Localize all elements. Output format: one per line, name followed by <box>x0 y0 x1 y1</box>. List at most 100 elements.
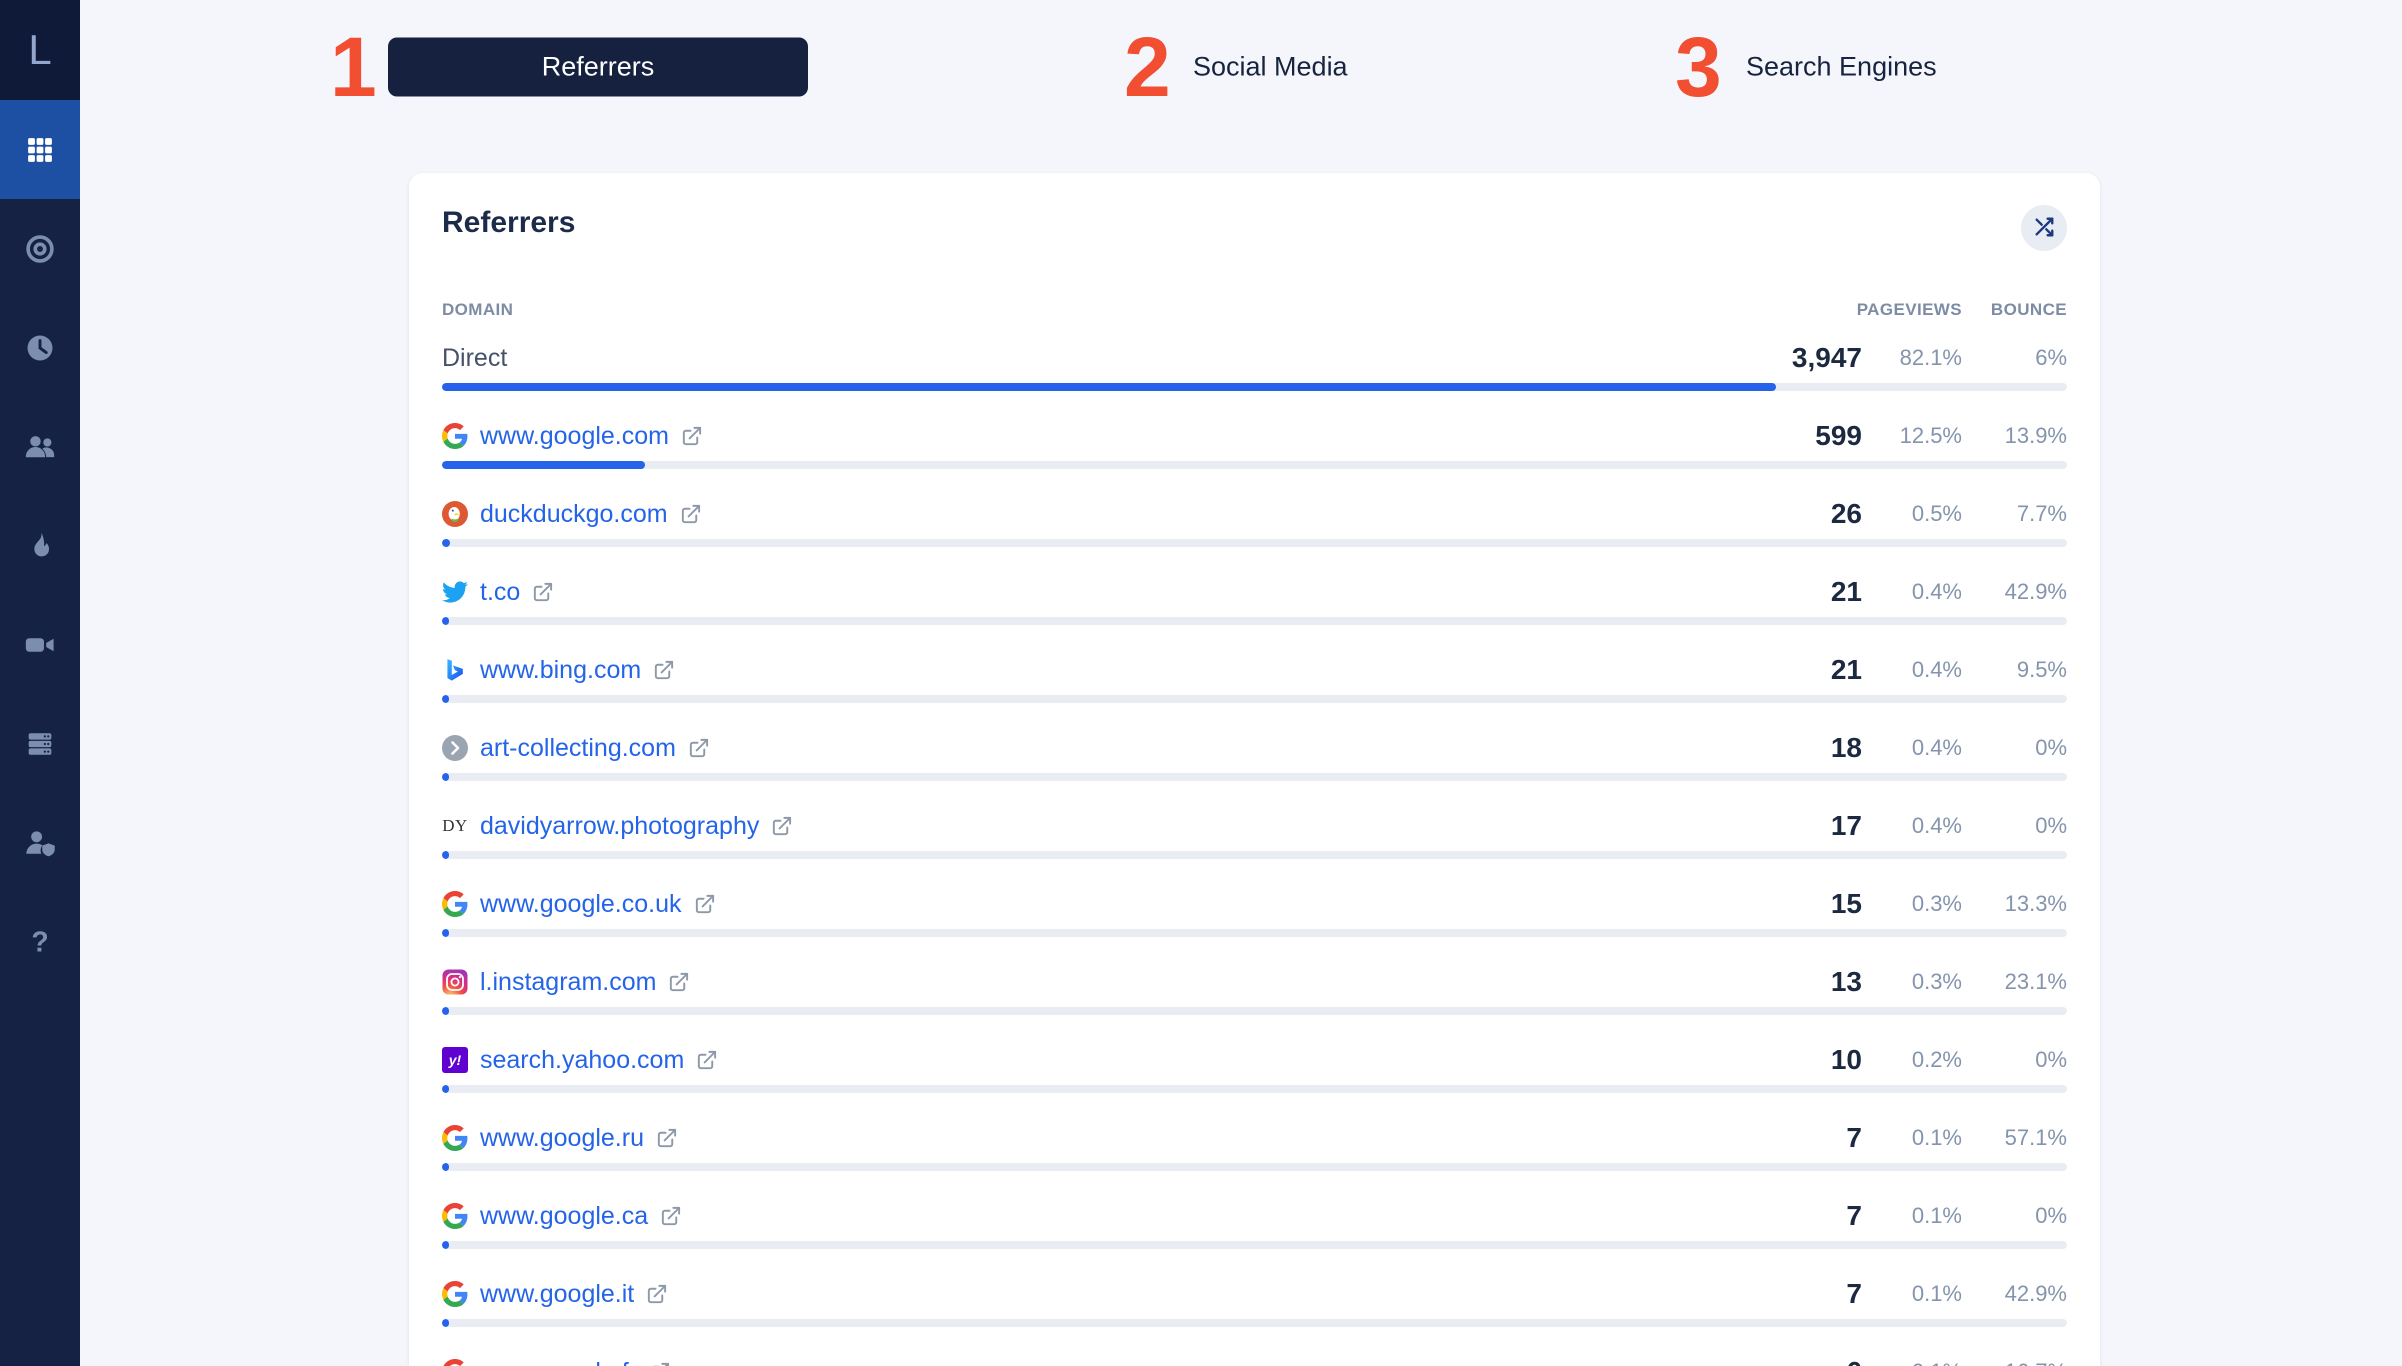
sidebar-item-clock[interactable] <box>0 298 80 397</box>
domain-link[interactable]: www.google.fr <box>480 1358 637 1366</box>
pageviews-percent: 0.3% <box>1911 891 1962 916</box>
domain-link[interactable]: www.bing.com <box>480 656 641 685</box>
domain-link[interactable]: www.google.ca <box>480 1202 648 1231</box>
external-link-icon[interactable] <box>531 581 554 604</box>
tab-social-media[interactable]: Social Media <box>1193 52 1348 83</box>
pageviews-percent: 0.1% <box>1911 1281 1962 1306</box>
table-row: l.instagram.com 13 0.3% 23.1% <box>442 957 2067 1035</box>
domain-link[interactable]: www.google.it <box>480 1280 634 1309</box>
column-header-bounce: BOUNCE <box>1990 300 2067 319</box>
duckduckgo-favicon <box>442 501 468 527</box>
external-link-icon[interactable] <box>667 971 690 994</box>
pageviews-bar-fill <box>442 1241 449 1249</box>
annotation-2: 2 <box>1124 20 1171 114</box>
table-row: DY davidyarrow.photography 17 0.4% 0% <box>442 801 2067 879</box>
domain-link[interactable]: www.google.co.uk <box>480 890 682 919</box>
server-stack-icon <box>23 727 57 761</box>
external-link-icon[interactable] <box>680 425 703 448</box>
pageviews-bar-fill <box>442 1085 449 1093</box>
tab-search-engines[interactable]: Search Engines <box>1746 52 1937 83</box>
sidebar-item-flame[interactable] <box>0 496 80 595</box>
sidebar-nav: ? <box>0 100 80 991</box>
bounce-rate: 6% <box>2035 345 2067 370</box>
table-row: www.google.co.uk 15 0.3% 13.3% <box>442 879 2067 957</box>
tabs-bar: 1 Referrers 2 Social Media 3 Search Engi… <box>80 0 2402 134</box>
sidebar-item-users[interactable] <box>0 397 80 496</box>
dy-text-favicon: DY <box>442 816 468 835</box>
bounce-rate: 0% <box>2035 735 2067 760</box>
pageviews-percent: 0.3% <box>1911 969 1962 994</box>
tab-referrers[interactable]: Referrers <box>388 37 808 97</box>
pageviews-bar-track <box>442 929 2067 937</box>
pageviews-count: 6 <box>1692 1356 1862 1366</box>
domain-link[interactable]: www.google.ru <box>480 1124 644 1153</box>
domain-link[interactable]: search.yahoo.com <box>480 1046 684 1075</box>
pageviews-percent: 82.1% <box>1899 345 1962 370</box>
sidebar: L ? <box>0 0 80 1366</box>
pageviews-count: 26 <box>1830 498 1862 529</box>
sidebar-item-server-stack[interactable] <box>0 694 80 793</box>
bounce-rate: 16.7% <box>1962 1359 2067 1366</box>
card-header: Referrers <box>442 173 2067 272</box>
external-link-icon[interactable] <box>770 815 793 838</box>
external-link-icon[interactable] <box>693 893 716 916</box>
bounce-rate: 42.9% <box>2004 1281 2067 1306</box>
pageviews-bar-fill <box>442 851 449 859</box>
external-link-icon[interactable] <box>648 1361 671 1366</box>
sidebar-item-target[interactable] <box>0 199 80 298</box>
external-link-icon[interactable] <box>655 1127 678 1150</box>
external-link-icon[interactable] <box>659 1205 682 1228</box>
external-link-icon[interactable] <box>679 503 702 526</box>
annotation-1: 1 <box>330 20 377 114</box>
sidebar-item-question[interactable]: ? <box>0 892 80 991</box>
google-favicon <box>442 1125 468 1151</box>
sidebar-item-video-camera[interactable] <box>0 595 80 694</box>
sidebar-item-grid[interactable] <box>0 100 80 199</box>
bounce-rate: 13.9% <box>2004 423 2067 448</box>
pageviews-bar-track <box>442 695 2067 703</box>
pageviews-bar-fill <box>442 1007 449 1015</box>
domain-link[interactable]: davidyarrow.photography <box>480 812 759 841</box>
user-shield-icon <box>23 826 57 860</box>
twitter-favicon <box>442 579 468 605</box>
users-icon <box>23 430 57 464</box>
pageviews-count: 3,947 <box>1791 342 1862 373</box>
google-favicon <box>442 1281 468 1307</box>
pageviews-bar-track <box>442 617 2067 625</box>
pageviews-percent: 12.5% <box>1899 423 1962 448</box>
table-row: www.bing.com 21 0.4% 9.5% <box>442 645 2067 723</box>
domain-link[interactable]: art-collecting.com <box>480 734 676 763</box>
external-link-icon[interactable] <box>645 1283 668 1306</box>
pageviews-bar-fill <box>442 383 1777 391</box>
pageviews-percent: 0.1% <box>1862 1359 1962 1366</box>
pageviews-bar-track <box>442 773 2067 781</box>
bounce-rate: 42.9% <box>2004 579 2067 604</box>
pageviews-bar-track <box>442 1241 2067 1249</box>
external-link-icon[interactable] <box>652 659 675 682</box>
pageviews-count: 18 <box>1830 732 1862 763</box>
pageviews-bar-track <box>442 461 2067 469</box>
table-row: www.google.fr 6 0.1% 16.7% <box>442 1347 2067 1366</box>
pageviews-percent: 0.4% <box>1911 813 1962 838</box>
pageviews-count: 599 <box>1815 420 1862 451</box>
sidebar-item-user-shield[interactable] <box>0 793 80 892</box>
shuffle-button[interactable] <box>2021 205 2067 251</box>
table-header: DOMAIN PAGEVIEWS BOUNCE <box>442 300 2067 320</box>
app-logo[interactable]: L <box>0 0 80 100</box>
table-row: y! search.yahoo.com 10 0.2% 0% <box>442 1035 2067 1113</box>
pageviews-count: 10 <box>1830 1044 1862 1075</box>
domain-link[interactable]: t.co <box>480 578 520 607</box>
external-link-icon[interactable] <box>695 1049 718 1072</box>
external-link-icon[interactable] <box>687 737 710 760</box>
video-camera-icon <box>23 628 57 662</box>
bounce-rate: 0% <box>2035 1203 2067 1228</box>
bounce-rate: 7.7% <box>2016 501 2067 526</box>
domain-link[interactable]: www.google.com <box>480 422 669 451</box>
pageviews-count: 7 <box>1846 1200 1862 1231</box>
pageviews-percent: 0.4% <box>1911 579 1962 604</box>
instagram-favicon <box>442 969 468 995</box>
clock-icon <box>23 331 57 365</box>
domain-link[interactable]: Direct <box>442 344 507 373</box>
domain-link[interactable]: l.instagram.com <box>480 968 656 997</box>
domain-link[interactable]: duckduckgo.com <box>480 500 668 529</box>
